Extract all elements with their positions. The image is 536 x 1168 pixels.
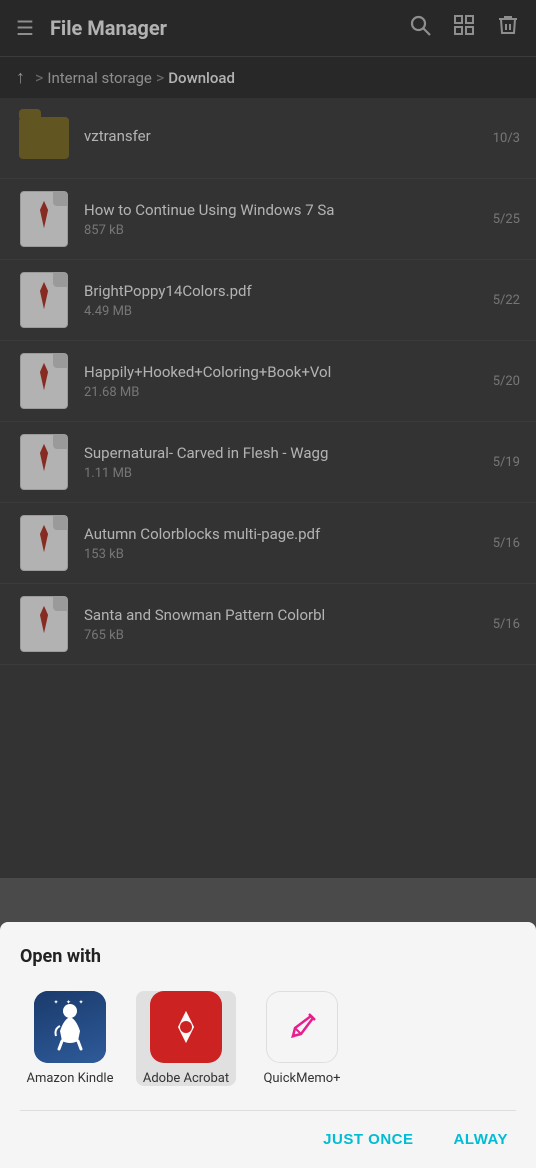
file-name: Happily+Hooked+Coloring+Book+Vol [84, 363, 485, 381]
file-date: 10/3 [485, 131, 520, 146]
app-options: ✦ ✦ ✦ Amazon Kindle Adobe Acrobat [20, 991, 516, 1086]
svg-text:✦ ✦ ✦: ✦ ✦ ✦ [53, 999, 86, 1006]
breadcrumb-current: Download [168, 69, 235, 87]
file-info: BrightPoppy14Colors.pdf 4.49 MB [84, 282, 485, 319]
app-title: File Manager [50, 16, 408, 40]
breadcrumb: ↑ > Internal storage > Download [0, 56, 536, 98]
kindle-label: Amazon Kindle [26, 1071, 113, 1086]
file-size: 765 kB [84, 628, 485, 643]
quickmemo-icon [266, 991, 338, 1063]
file-name: Supernatural- Carved in Flesh - Wagg [84, 444, 485, 462]
list-item[interactable]: How to Continue Using Windows 7 Sa 857 k… [0, 179, 536, 260]
file-info: Santa and Snowman Pattern Colorbl 765 kB [84, 606, 485, 643]
bottom-sheet: Open with ✦ ✦ ✦ Amazon Kindle [0, 922, 536, 1168]
app-option-acrobat[interactable]: Adobe Acrobat [136, 991, 236, 1086]
delete-icon[interactable] [496, 13, 520, 43]
file-date: 5/22 [485, 293, 520, 308]
file-size: 153 kB [84, 547, 485, 562]
file-date: 5/19 [485, 455, 520, 470]
acrobat-label: Adobe Acrobat [143, 1071, 229, 1086]
pdf-icon-1 [16, 191, 72, 247]
bottom-sheet-actions: JUST ONCE ALWAY [20, 1110, 516, 1168]
file-info: Happily+Hooked+Coloring+Book+Vol 21.68 M… [84, 363, 485, 400]
header: ☰ File Manager [0, 0, 536, 56]
list-item[interactable]: Autumn Colorblocks multi-page.pdf 153 kB… [0, 503, 536, 584]
breadcrumb-separator-1: > [35, 68, 43, 87]
app-option-kindle[interactable]: ✦ ✦ ✦ Amazon Kindle [20, 991, 120, 1086]
file-list: vztransfer 10/3 How to Continue Using Wi… [0, 98, 536, 665]
breadcrumb-parent[interactable]: Internal storage [47, 69, 152, 87]
file-name: BrightPoppy14Colors.pdf [84, 282, 485, 300]
file-info: How to Continue Using Windows 7 Sa 857 k… [84, 201, 485, 238]
app-option-quickmemo[interactable]: QuickMemo+ [252, 991, 352, 1086]
list-item[interactable]: Happily+Hooked+Coloring+Book+Vol 21.68 M… [0, 341, 536, 422]
up-icon[interactable]: ↑ [16, 67, 25, 88]
file-name: How to Continue Using Windows 7 Sa [84, 201, 485, 219]
header-actions [408, 13, 520, 43]
menu-icon[interactable]: ☰ [16, 16, 34, 40]
file-size: 4.49 MB [84, 304, 485, 319]
file-date: 5/16 [485, 617, 520, 632]
pdf-icon-3 [16, 353, 72, 409]
file-date: 5/25 [485, 212, 520, 227]
acrobat-icon [150, 991, 222, 1063]
file-info: vztransfer [84, 127, 485, 149]
file-name: Autumn Colorblocks multi-page.pdf [84, 525, 485, 543]
pdf-icon-4 [16, 434, 72, 490]
view-toggle-icon[interactable] [452, 13, 476, 43]
pdf-icon-5 [16, 515, 72, 571]
file-date: 5/20 [485, 374, 520, 389]
kindle-icon: ✦ ✦ ✦ [34, 991, 106, 1063]
file-size: 857 kB [84, 223, 485, 238]
just-once-button[interactable]: JUST ONCE [315, 1127, 421, 1152]
search-icon[interactable] [408, 13, 432, 43]
breadcrumb-separator-2: > [156, 68, 164, 87]
open-with-title: Open with [20, 946, 516, 967]
list-item[interactable]: Santa and Snowman Pattern Colorbl 765 kB… [0, 584, 536, 665]
always-button[interactable]: ALWAY [446, 1127, 516, 1152]
file-size: 1.11 MB [84, 466, 485, 481]
file-info: Autumn Colorblocks multi-page.pdf 153 kB [84, 525, 485, 562]
file-name: Santa and Snowman Pattern Colorbl [84, 606, 485, 624]
quickmemo-label: QuickMemo+ [263, 1071, 340, 1086]
file-date: 5/16 [485, 536, 520, 551]
pdf-icon-2 [16, 272, 72, 328]
file-info: Supernatural- Carved in Flesh - Wagg 1.1… [84, 444, 485, 481]
file-size: 21.68 MB [84, 385, 485, 400]
list-item[interactable]: vztransfer 10/3 [0, 98, 536, 179]
file-name: vztransfer [84, 127, 485, 145]
pdf-icon-6 [16, 596, 72, 652]
list-item[interactable]: BrightPoppy14Colors.pdf 4.49 MB 5/22 [0, 260, 536, 341]
list-item[interactable]: Supernatural- Carved in Flesh - Wagg 1.1… [0, 422, 536, 503]
folder-icon [16, 110, 72, 166]
